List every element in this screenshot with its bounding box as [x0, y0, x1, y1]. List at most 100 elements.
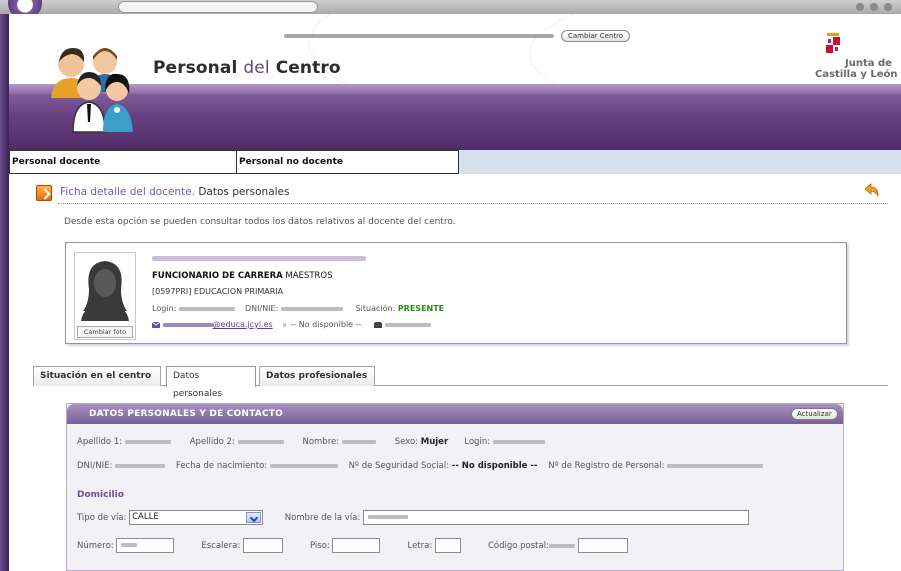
tab-personal-docente[interactable]: Personal docente: [9, 150, 237, 174]
browser-toolbar: [0, 0, 901, 14]
street-row: Tipo de vía: CALLE Nombre de la vía:: [77, 510, 749, 525]
email-link[interactable]: @educa.jcyl.es: [162, 320, 273, 329]
jcyl-logo: Junta de Castilla y León: [815, 30, 901, 84]
ids-row: DNI/NIE: Fecha de nacimiento: Nº de Segu…: [77, 461, 764, 471]
settings-icon[interactable]: [870, 3, 878, 11]
teacher-specialty: [0597PRI] EDUCACION PRIMARIA: [152, 287, 284, 296]
app-title-part2: del: [243, 58, 270, 78]
tab-datos-profesionales[interactable]: Datos profesionales: [259, 366, 375, 386]
birth-label: Fecha de nacimiento:: [175, 461, 268, 471]
letter-field[interactable]: [434, 538, 461, 553]
header-band: [9, 84, 901, 150]
street-type-select[interactable]: CALLE: [129, 510, 264, 525]
dotted-divider: [58, 203, 888, 204]
main-nav: Personal docente Personal no docente: [9, 150, 901, 174]
center-name-redacted: [284, 34, 554, 38]
birth-value: [269, 463, 338, 468]
chevron-down-icon[interactable]: [246, 512, 262, 523]
section-title: Ficha detalle del docente. Datos persona…: [60, 186, 289, 198]
name-value: [341, 439, 376, 444]
address-bar[interactable]: [118, 1, 318, 13]
stairs-field[interactable]: [242, 538, 283, 553]
street-name-label: Nombre de la vía:: [284, 513, 361, 523]
number-label: Número:: [77, 541, 114, 551]
stairs-label: Escalera:: [201, 541, 241, 551]
surname1-label: Apellido 1:: [77, 437, 123, 447]
sex-label: Sexo:: [394, 437, 419, 447]
people-icon: [51, 48, 133, 133]
email-icon: [152, 321, 160, 328]
change-center-button[interactable]: Cambiar Centro: [561, 30, 631, 42]
registry-label: Nº de Registro de Personal:: [548, 461, 665, 471]
letter-label: Letra:: [407, 541, 433, 551]
tab-personal-no-docente[interactable]: Personal no docente: [236, 150, 459, 174]
situation-status: PRESENTE: [397, 304, 445, 313]
panel-header: DATOS PERSONALES Y DE CONTACTO Actualiza…: [67, 404, 843, 424]
ss-value: -- No disponible --: [451, 461, 538, 471]
section-heading: Ficha detalle del docente. Datos persona…: [36, 183, 888, 205]
number-row: Número: Escalera: Piso: Letra: Código po…: [77, 538, 628, 553]
photo-box: Cambiar foto: [74, 252, 136, 340]
surname2-label: Apellido 2:: [189, 437, 235, 447]
postal-label: Código postal:: [487, 541, 549, 551]
logo-text-line2: Castilla y León: [815, 69, 898, 80]
name-label: Nombre:: [302, 437, 340, 447]
sex-value: Mujer: [420, 437, 449, 447]
close-icon[interactable]: [884, 3, 892, 11]
change-photo-button[interactable]: Cambiar foto: [77, 326, 133, 338]
postal-redacted: [548, 543, 575, 548]
login-value: [492, 439, 545, 444]
email-domain: @educa.jcyl.es: [212, 320, 273, 329]
update-button[interactable]: Actualizar: [791, 408, 838, 420]
ss-label: Nº de Seguridad Social:: [348, 461, 450, 471]
address-title: Domicilio: [77, 490, 124, 500]
app-title: Personal del Centro: [153, 58, 341, 78]
names-row: Apellido 1: Apellido 2: Nombre: Sexo: Mu…: [77, 437, 545, 447]
registry-value: [667, 463, 764, 468]
mobile-icon: [282, 322, 286, 327]
app-header: Personal del Centro Cambiar Centro Junta…: [9, 14, 901, 150]
section-title-main: Ficha detalle del docente.: [60, 186, 195, 198]
dni-value: [115, 463, 166, 468]
floor-field[interactable]: [332, 538, 381, 553]
teacher-category: FUNCIONARIO DE CARRERA MAESTROS: [152, 271, 333, 281]
login-label: Login:: [152, 304, 177, 313]
phone-icon: [374, 321, 383, 328]
mobile-value: -- No disponible --: [290, 320, 362, 329]
teacher-body-value: MAESTROS: [285, 271, 333, 281]
tab-datos-personales[interactable]: Datos personales: [166, 366, 256, 399]
number-field[interactable]: [116, 538, 175, 553]
window-frame: [0, 14, 9, 571]
avatar: [77, 255, 133, 321]
sub-tabs: Situación en el centro Datos personales …: [33, 366, 888, 399]
section-description: Desde esta opción se pueden consultar to…: [64, 217, 456, 227]
postal-field[interactable]: [577, 538, 628, 553]
logo-text-line1: Junta de: [845, 58, 892, 69]
teacher-contact-row: @educa.jcyl.es -- No disponible --: [152, 320, 431, 329]
personal-data-panel: DATOS PERSONALES Y DE CONTACTO Actualiza…: [66, 403, 844, 571]
street-type-label: Tipo de vía:: [77, 513, 127, 523]
back-icon[interactable]: [862, 183, 880, 199]
street-type-value: CALLE: [132, 512, 159, 522]
app-title-part3: Centro: [275, 58, 341, 78]
street-name-field[interactable]: [362, 510, 749, 525]
situation-label: Situación:: [355, 304, 396, 313]
section-title-sub: Datos personales: [198, 186, 290, 198]
floor-label: Piso:: [309, 541, 330, 551]
dni-redacted: [280, 306, 343, 311]
section-arrow-icon: [36, 185, 52, 201]
dni-label: DNI/NIE:: [77, 461, 113, 471]
browser-logo-icon[interactable]: [8, 0, 42, 14]
phone-redacted: [384, 322, 431, 327]
surname1-value: [124, 439, 171, 444]
tab-situacion-centro[interactable]: Situación en el centro: [33, 366, 161, 386]
teacher-name-redacted: [152, 256, 366, 261]
login-label: Login:: [464, 437, 491, 447]
surname2-value: [237, 439, 284, 444]
minimize-icon[interactable]: [856, 3, 864, 11]
teacher-category-value: FUNCIONARIO DE CARRERA: [152, 271, 283, 281]
dni-label: DNI/NIE:: [245, 304, 279, 313]
app-title-part1: Personal: [153, 58, 238, 78]
login-redacted: [178, 306, 235, 311]
teacher-card: Cambiar foto FUNCIONARIO DE CARRERA MAES…: [65, 242, 847, 344]
